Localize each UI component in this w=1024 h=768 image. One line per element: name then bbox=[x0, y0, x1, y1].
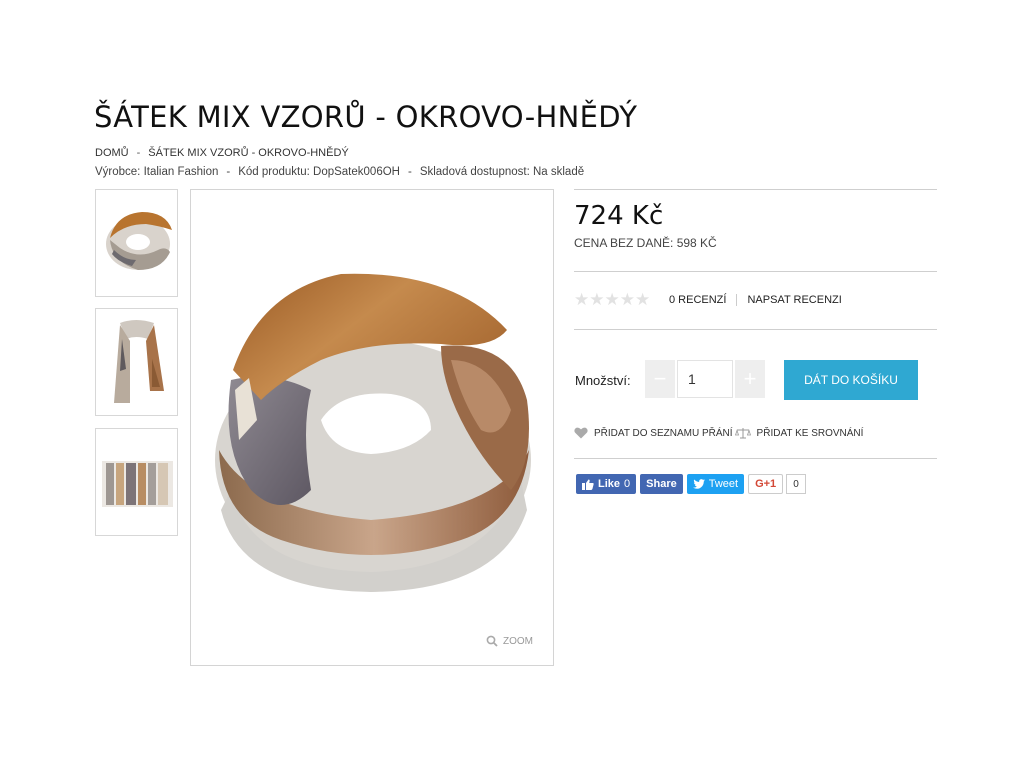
thumbnail-scarf-folded-image bbox=[102, 461, 173, 507]
google-plus-count: 0 bbox=[786, 474, 806, 494]
heart-icon bbox=[574, 427, 588, 439]
add-to-compare-label: PŘIDAT KE SROVNÁNÍ bbox=[756, 427, 864, 439]
star-icon: ★ bbox=[604, 290, 620, 309]
scarf-image bbox=[215, 273, 531, 592]
availability: Skladová dostupnost: Na skladě bbox=[419, 166, 585, 178]
zoom-icon bbox=[486, 635, 498, 647]
main-product-image[interactable]: ZOOM bbox=[190, 189, 554, 666]
page-title: ŠÁTEK MIX VZORŮ - OKROVO-HNĚDÝ bbox=[94, 100, 638, 134]
tweet-button[interactable]: Tweet bbox=[686, 474, 745, 494]
write-review-link[interactable]: NAPSAT RECENZI bbox=[747, 294, 841, 306]
divider bbox=[574, 271, 937, 272]
wishlist-compare-bar: PŘIDAT DO SEZNAMU PŘÁNÍ PŘIDAT KE SROVNÁ… bbox=[574, 427, 863, 439]
meta-separator: - bbox=[407, 166, 412, 178]
star-icon: ★ bbox=[635, 290, 651, 309]
star-icon: ★ bbox=[619, 290, 635, 309]
quantity-increase-button[interactable]: + bbox=[735, 360, 765, 398]
facebook-like-label: Like bbox=[598, 478, 621, 490]
star-icon: ★ bbox=[589, 290, 605, 309]
add-to-compare-link[interactable]: PŘIDAT KE SROVNÁNÍ bbox=[734, 427, 864, 439]
breadcrumb-separator: - bbox=[136, 147, 141, 159]
rating-stars: ★ ★ ★ ★ ★ bbox=[574, 291, 650, 308]
zoom-label: ZOOM bbox=[503, 635, 533, 647]
product-code: Kód produktu: DopSatek006OH bbox=[238, 166, 400, 178]
reviews-count-link[interactable]: 0 RECENZÍ bbox=[669, 294, 726, 306]
breadcrumb: DOMŮ - ŠÁTEK MIX VZORŮ - OKROVO-HNĚDÝ bbox=[95, 147, 349, 159]
add-to-wishlist-link[interactable]: PŘIDAT DO SEZNAMU PŘÁNÍ bbox=[574, 427, 733, 439]
add-to-cart-button[interactable]: DÁT DO KOŠÍKU bbox=[784, 360, 918, 400]
zoom-button[interactable]: ZOOM bbox=[486, 635, 533, 647]
breadcrumb-current: ŠÁTEK MIX VZORŮ - OKROVO-HNĚDÝ bbox=[148, 147, 349, 159]
divider bbox=[574, 189, 937, 190]
thumbs-up-icon bbox=[582, 479, 594, 490]
reviews-bar: 0 RECENZÍ NAPSAT RECENZI bbox=[669, 294, 842, 306]
facebook-like-count: 0 bbox=[624, 478, 631, 490]
thumbnail-1[interactable] bbox=[95, 189, 178, 297]
price-without-tax: CENA BEZ DANĚ: 598 KČ bbox=[574, 236, 717, 250]
facebook-share-button[interactable]: Share bbox=[640, 474, 683, 494]
product-meta: Výrobce: Italian Fashion - Kód produktu: D… bbox=[95, 166, 584, 178]
scales-icon bbox=[734, 428, 751, 439]
divider bbox=[574, 329, 937, 330]
quantity-decrease-button[interactable]: − bbox=[645, 360, 675, 398]
tweet-label: Tweet bbox=[708, 478, 739, 490]
meta-separator: - bbox=[226, 166, 231, 178]
price: 724 Kč bbox=[574, 201, 664, 231]
add-to-wishlist-label: PŘIDAT DO SEZNAMU PŘÁNÍ bbox=[594, 427, 733, 439]
thumbnail-3[interactable] bbox=[95, 428, 178, 536]
quantity-label: Množství: bbox=[575, 373, 631, 388]
quantity-input[interactable] bbox=[677, 360, 733, 398]
divider bbox=[574, 458, 937, 459]
reviews-divider bbox=[736, 294, 738, 306]
social-buttons: Like 0 Share Tweet G+1 0 bbox=[576, 474, 806, 494]
google-plus-button[interactable]: G+1 bbox=[748, 474, 784, 494]
manufacturer: Výrobce: Italian Fashion bbox=[95, 166, 219, 178]
thumbnail-2[interactable] bbox=[95, 308, 178, 416]
thumbnail-scarf-hanging-image bbox=[114, 320, 164, 403]
star-icon: ★ bbox=[574, 290, 590, 309]
breadcrumb-home-link[interactable]: DOMŮ bbox=[95, 147, 129, 159]
thumbnail-scarf-ring-image bbox=[106, 212, 172, 270]
facebook-like-button[interactable]: Like 0 bbox=[576, 474, 637, 494]
twitter-bird-icon bbox=[692, 479, 705, 489]
